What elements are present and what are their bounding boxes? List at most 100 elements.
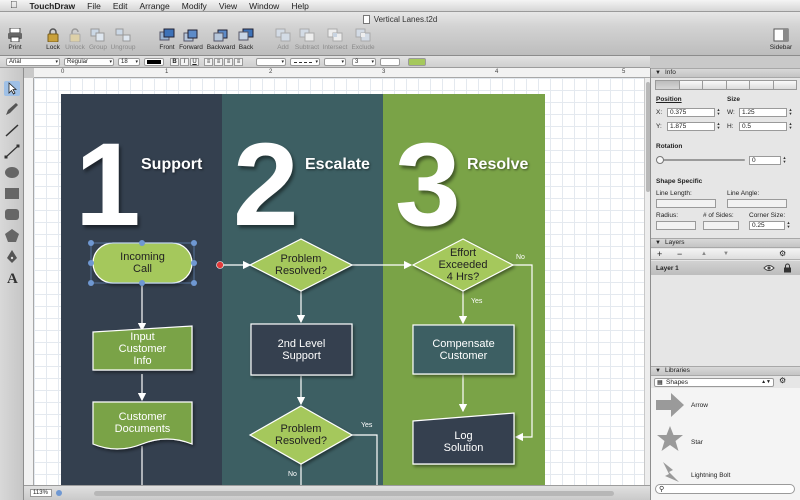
- italic-button[interactable]: I: [180, 58, 189, 66]
- menu-edit[interactable]: Edit: [113, 1, 128, 11]
- fill-color-well[interactable]: [408, 58, 426, 66]
- y-field[interactable]: 1.875: [667, 122, 715, 131]
- print-button[interactable]: Print: [0, 28, 30, 51]
- send-back-button[interactable]: Back: [231, 28, 261, 51]
- info-panel-header[interactable]: ▼ Info: [651, 68, 800, 78]
- ungroup-button[interactable]: Ungroup: [108, 28, 138, 51]
- text-color-well[interactable]: [144, 58, 164, 66]
- font-family-select[interactable]: Arial ▾: [6, 58, 60, 66]
- rotation-stepper[interactable]: ▲ ▼: [782, 156, 787, 165]
- tab-shadow[interactable]: [749, 80, 773, 90]
- menu-window[interactable]: Window: [249, 1, 279, 11]
- y-stepper[interactable]: ▲ ▼: [716, 122, 721, 131]
- node-log-solution-text: Log Solution: [443, 430, 484, 454]
- node-compensate-customer-text: Compensate Customer: [432, 337, 495, 362]
- pen-tool[interactable]: [3, 248, 21, 265]
- add-layer-icon[interactable]: +: [657, 249, 662, 259]
- status-bar: 113%: [24, 485, 650, 500]
- rounded-rectangle-tool[interactable]: [3, 206, 21, 223]
- sidebar-toggle-button[interactable]: Sidebar: [766, 28, 796, 51]
- library-select[interactable]: ▦ Shapes ▲▼: [654, 378, 774, 387]
- layers-toolbar: + − ▲ ▼ ⚙: [651, 249, 800, 260]
- connection-point[interactable]: [216, 261, 224, 269]
- align-center-button[interactable]: ≡: [214, 58, 223, 66]
- corner-size-field[interactable]: 0.25: [749, 221, 785, 230]
- font-size-select[interactable]: 18 ▾: [118, 58, 140, 66]
- menu-file[interactable]: File: [87, 1, 101, 11]
- align-justify-button[interactable]: ≡: [234, 58, 243, 66]
- rotation-field[interactable]: 0: [749, 156, 781, 165]
- tab-fill[interactable]: [702, 80, 726, 90]
- line-tool[interactable]: [3, 122, 21, 139]
- tab-text[interactable]: [725, 80, 749, 90]
- ruler-mark: 3: [382, 69, 386, 75]
- menu-app-name[interactable]: TouchDraw: [30, 1, 76, 11]
- format-bar: Arial ▾ Regular ▾ 18 ▾ B I U ≡ ≡ ≡ ≡ ▾ ▾ ▾ …: [0, 56, 650, 68]
- line-length-label: Line Length:: [656, 190, 692, 197]
- move-layer-down-icon[interactable]: ▼: [723, 251, 729, 257]
- stroke-width-select[interactable]: 3 ▾: [352, 58, 376, 66]
- h-stepper[interactable]: ▲ ▼: [788, 122, 793, 131]
- connector-tool[interactable]: [3, 143, 21, 160]
- h-field[interactable]: 0.5: [739, 122, 787, 131]
- font-style-select[interactable]: Regular ▾: [64, 58, 114, 66]
- ellipse-tool[interactable]: [3, 164, 21, 181]
- libraries-panel-header[interactable]: ▼ Libraries: [651, 366, 800, 376]
- move-layer-up-icon[interactable]: ▲: [701, 251, 707, 257]
- align-left-button[interactable]: ≡: [204, 58, 213, 66]
- sides-field[interactable]: [703, 221, 739, 230]
- menu-modify[interactable]: Modify: [182, 1, 207, 11]
- text-tool[interactable]: A: [3, 269, 21, 287]
- h-label: H:: [727, 123, 734, 130]
- bold-button[interactable]: B: [170, 58, 179, 66]
- rotation-slider-knob[interactable]: [656, 156, 664, 164]
- disclosure-triangle-icon: ▼: [655, 70, 661, 76]
- select-tool[interactable]: [3, 80, 21, 97]
- line-length-field[interactable]: [656, 199, 716, 208]
- layers-panel-header[interactable]: ▼ Layers: [651, 238, 800, 248]
- radius-field[interactable]: [656, 221, 696, 230]
- w-field[interactable]: 1.25: [739, 108, 787, 117]
- library-search-input[interactable]: ⚲: [655, 484, 795, 494]
- pencil-tool[interactable]: [3, 101, 21, 118]
- library-options-gear-icon[interactable]: ⚙: [779, 376, 786, 385]
- menu-arrange[interactable]: Arrange: [140, 1, 170, 11]
- line-style-select[interactable]: ▾: [256, 58, 286, 66]
- menu-view[interactable]: View: [219, 1, 237, 11]
- arrow-style-select[interactable]: ▾: [324, 58, 346, 66]
- remove-layer-icon[interactable]: −: [677, 249, 682, 259]
- tab-effects[interactable]: [772, 80, 797, 90]
- polygon-tool[interactable]: [3, 227, 21, 244]
- x-field[interactable]: 0.375: [667, 108, 715, 117]
- layer-row[interactable]: Layer 1: [651, 261, 800, 275]
- horizontal-scroll-thumb[interactable]: [94, 491, 614, 496]
- eye-icon[interactable]: [763, 264, 775, 272]
- intersect-shapes-button[interactable]: Intersect: [320, 28, 350, 51]
- bring-forward-button[interactable]: Forward: [176, 28, 206, 51]
- drawing-canvas[interactable]: 1 Support 2 Escalate 3 Resolve Incoming …: [34, 78, 644, 485]
- ruler-mark: 1: [165, 69, 169, 75]
- subtract-shapes-button[interactable]: Subtract: [292, 28, 322, 51]
- rounded-rectangle-icon: [5, 209, 19, 220]
- stroke-color-well[interactable]: [380, 58, 400, 66]
- dash-style-select[interactable]: ▾: [290, 58, 320, 66]
- underline-button[interactable]: U: [190, 58, 199, 66]
- x-label: X:: [656, 109, 663, 116]
- menu-help[interactable]: Help: [291, 1, 308, 11]
- tab-stroke[interactable]: [678, 80, 702, 90]
- layer-options-gear-icon[interactable]: ⚙: [779, 249, 786, 258]
- align-right-button[interactable]: ≡: [224, 58, 233, 66]
- exclude-shapes-button[interactable]: Exclude: [348, 28, 378, 51]
- line-angle-field[interactable]: [727, 199, 787, 208]
- zoom-field[interactable]: 113%: [30, 489, 52, 497]
- size-section-label: Size: [727, 96, 741, 103]
- position-section-label: Position: [656, 96, 682, 103]
- apple-icon[interactable]: : [10, 0, 18, 11]
- rectangle-tool[interactable]: [3, 185, 21, 202]
- corner-size-stepper[interactable]: ▲ ▼: [786, 221, 791, 230]
- x-stepper[interactable]: ▲ ▼: [716, 108, 721, 117]
- w-stepper[interactable]: ▲ ▼: [788, 108, 793, 117]
- lock-icon[interactable]: [783, 263, 792, 273]
- rotation-slider[interactable]: [659, 159, 745, 161]
- tab-position[interactable]: [655, 80, 679, 90]
